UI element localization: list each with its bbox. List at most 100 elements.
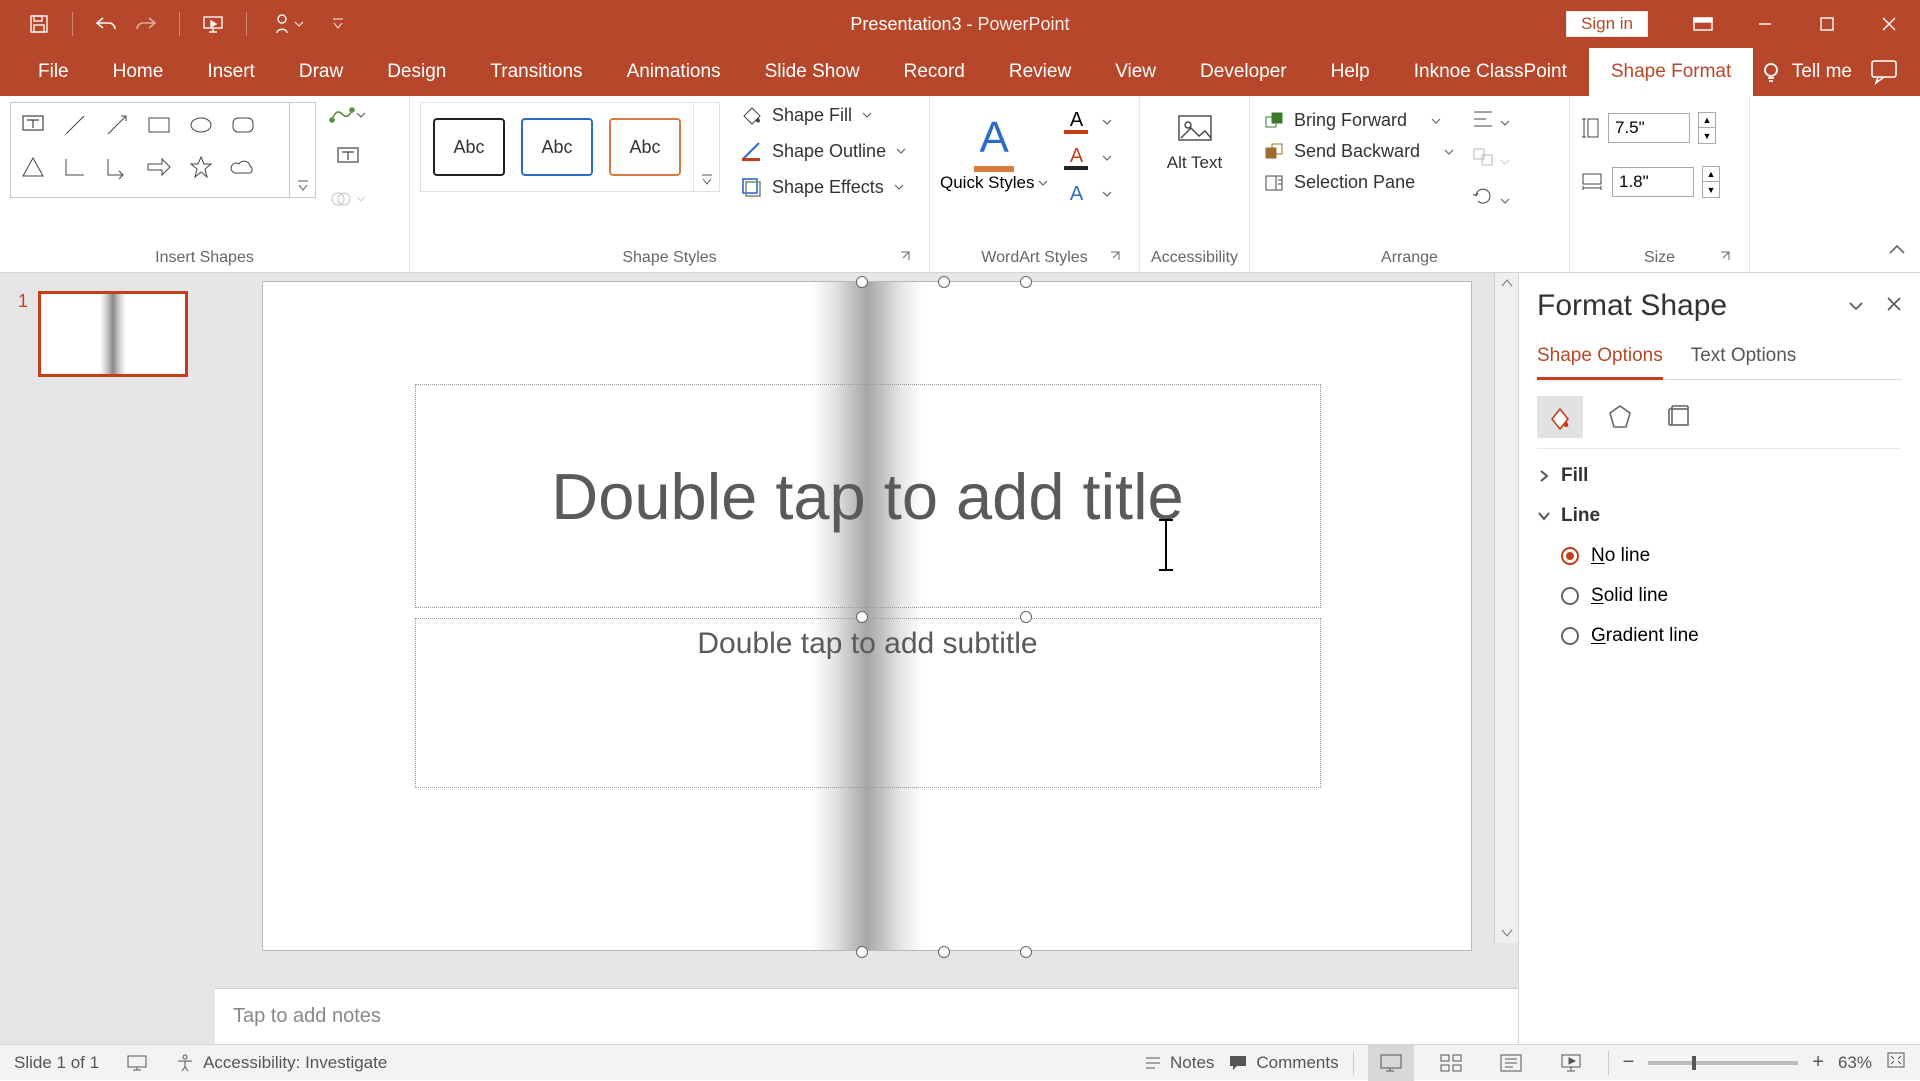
selection-box[interactable] [862,282,1026,952]
slide-canvas[interactable]: Double tap to add title Double tap to ad… [262,281,1472,951]
quick-styles-label[interactable]: Quick Styles [940,174,1048,193]
tab-design[interactable]: Design [365,48,468,96]
minimize-icon[interactable] [1734,0,1796,48]
scroll-up-icon[interactable] [1500,277,1514,289]
tab-file[interactable]: File [16,48,91,96]
accessibility-status[interactable]: Accessibility: Investigate [175,1053,387,1073]
tab-slide-show[interactable]: Slide Show [743,48,882,96]
line-solid-radio[interactable]: Solid line [1537,581,1902,611]
align-button[interactable] [1472,110,1510,133]
line-section-header[interactable]: Line [1537,501,1902,531]
elbow-shape-icon[interactable] [59,151,91,183]
size-properties-category-icon[interactable] [1657,396,1703,438]
fill-section-header[interactable]: Fill [1537,461,1902,491]
present-from-start-icon[interactable] [202,13,224,35]
fit-to-window-icon[interactable] [1886,1051,1906,1074]
width-spinner[interactable]: ▲▼ [1702,166,1720,198]
effects-category-icon[interactable] [1597,396,1643,438]
collapse-ribbon-icon[interactable] [1888,241,1906,262]
alt-text-button[interactable]: Alt Text [1159,102,1230,183]
pane-options-icon[interactable] [1848,296,1864,317]
pane-tab-shape-options[interactable]: Shape Options [1537,337,1663,380]
style-swatch-1[interactable]: Abc [433,118,505,176]
line-shape-icon[interactable] [59,109,91,141]
size-launcher-icon[interactable] [1719,250,1733,264]
group-button[interactable] [1472,147,1510,172]
shape-width-field[interactable]: 1.8" ▲▼ [1580,166,1720,198]
zoom-out-icon[interactable]: − [1623,1051,1635,1074]
tab-draw[interactable]: Draw [277,48,365,96]
shape-styles-gallery[interactable]: Abc Abc Abc [420,102,694,192]
tab-home[interactable]: Home [91,48,186,96]
touch-mode-icon[interactable] [269,13,309,35]
send-backward-button[interactable]: Send Backward [1260,139,1458,164]
zoom-in-icon[interactable]: + [1812,1051,1824,1074]
tab-view[interactable]: View [1093,48,1178,96]
tab-classpoint[interactable]: Inknoe ClassPoint [1392,48,1589,96]
style-swatch-2[interactable]: Abc [521,118,593,176]
style-swatch-3[interactable]: Abc [609,118,681,176]
text-fill-button[interactable]: A [1064,110,1112,134]
comments-pane-icon[interactable] [1870,59,1900,85]
wordart-launcher-icon[interactable] [1109,250,1123,264]
textbox-shape-icon[interactable] [17,109,49,141]
edit-shape-button[interactable] [330,102,366,128]
shape-height-field[interactable]: 7.5" ▲▼ [1580,112,1720,144]
line-arrow-shape-icon[interactable] [101,109,133,141]
text-box-button[interactable] [330,144,366,170]
line-none-radio[interactable]: No line [1537,541,1902,571]
text-outline-button[interactable]: A [1064,146,1112,170]
arrow-shape-icon[interactable] [143,151,175,183]
shapes-gallery[interactable] [10,102,290,198]
redo-icon[interactable] [135,13,157,35]
slide-thumbnail-1[interactable] [38,291,188,377]
notes-toggle[interactable]: Notes [1144,1053,1214,1073]
close-icon[interactable] [1858,0,1920,48]
shape-styles-launcher-icon[interactable] [899,250,913,264]
scroll-down-icon[interactable] [1500,927,1514,939]
tab-developer[interactable]: Developer [1178,48,1309,96]
pane-tab-text-options[interactable]: Text Options [1691,337,1797,379]
undo-icon[interactable] [95,13,117,35]
selection-pane-button[interactable]: Selection Pane [1260,170,1458,195]
height-spinner[interactable]: ▲▼ [1698,112,1716,144]
oval-shape-icon[interactable] [185,109,217,141]
normal-view-icon[interactable] [1368,1045,1414,1081]
tab-shape-format[interactable]: Shape Format [1589,48,1753,96]
zoom-percent[interactable]: 63% [1838,1053,1872,1073]
line-gradient-radio[interactable]: Gradient line [1537,621,1902,651]
quick-styles-icon[interactable]: A [970,106,1018,170]
shape-effects-button[interactable]: Shape Effects [734,174,912,200]
cloud-shape-icon[interactable] [227,151,259,183]
slide-thumbnail-strip[interactable]: 1 [0,273,215,1044]
shape-fill-button[interactable]: Shape Fill [734,102,912,128]
slide-counter[interactable]: Slide 1 of 1 [14,1053,99,1073]
tab-animations[interactable]: Animations [605,48,743,96]
star-shape-icon[interactable] [185,151,217,183]
tab-help[interactable]: Help [1309,48,1392,96]
tab-insert[interactable]: Insert [185,48,277,96]
elbow-arrow-shape-icon[interactable] [101,151,133,183]
qat-customize-icon[interactable] [327,13,349,35]
merge-shapes-button[interactable] [330,186,366,212]
tab-transitions[interactable]: Transitions [468,48,604,96]
save-icon[interactable] [28,13,50,35]
tab-record[interactable]: Record [882,48,987,96]
shapes-gallery-more-icon[interactable] [290,102,316,198]
ribbon-display-options-icon[interactable] [1672,0,1734,48]
sign-in-button[interactable]: Sign in [1566,11,1648,37]
slide-sorter-view-icon[interactable] [1428,1045,1474,1081]
zoom-slider[interactable] [1648,1061,1798,1065]
triangle-shape-icon[interactable] [17,151,49,183]
slideshow-view-icon[interactable] [1548,1045,1594,1081]
rect-shape-icon[interactable] [143,109,175,141]
shape-outline-button[interactable]: Shape Outline [734,138,912,164]
bring-forward-button[interactable]: Bring Forward [1260,108,1458,133]
roundrect-shape-icon[interactable] [227,109,259,141]
reading-view-icon[interactable] [1488,1045,1534,1081]
notes-pane[interactable]: Tap to add notes [215,988,1518,1044]
rotate-button[interactable] [1472,186,1510,211]
fill-line-category-icon[interactable] [1537,396,1583,438]
status-display-settings[interactable] [127,1055,147,1071]
maximize-icon[interactable] [1796,0,1858,48]
